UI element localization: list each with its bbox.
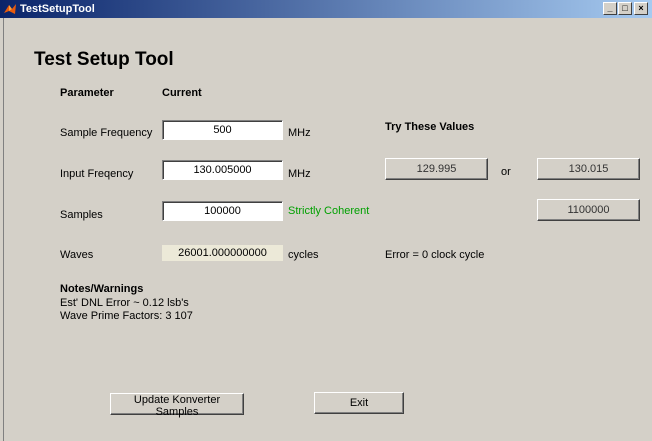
window-frame — [0, 18, 4, 441]
exit-button[interactable]: Exit — [314, 392, 404, 414]
maximize-icon: □ — [622, 3, 628, 13]
note-prime-factors: Wave Prime Factors: 3 107 — [60, 310, 193, 322]
matlab-icon — [4, 4, 16, 14]
waves-value: 26001.000000000 — [162, 245, 283, 261]
title-bar[interactable]: TestSetupTool _ □ × — [0, 0, 652, 18]
error-readout: Error = 0 clock cycle — [385, 249, 485, 261]
minimize-button[interactable]: _ — [603, 2, 617, 15]
sample-frequency-input[interactable] — [162, 120, 283, 140]
column-header-current: Current — [162, 87, 202, 99]
window-title: TestSetupTool — [20, 3, 95, 15]
try-frequency-low-button[interactable]: 129.995 — [385, 158, 488, 180]
coherence-status: Strictly Coherent — [288, 205, 370, 217]
waves-unit: cycles — [288, 249, 319, 261]
sample-frequency-label: Sample Frequency — [60, 127, 153, 139]
try-values-heading: Try These Values — [385, 121, 475, 133]
update-samples-button[interactable]: Update Konverter Samples — [110, 393, 244, 418]
try-samples-button[interactable]: 1100000 — [537, 199, 640, 221]
samples-label: Samples — [60, 209, 103, 221]
minimize-icon: _ — [607, 3, 613, 13]
note-dnl-error: Est' DNL Error ~ 0.12 lsb's — [60, 297, 189, 309]
or-label: or — [501, 166, 511, 178]
input-frequency-label: Input Freqency — [60, 168, 134, 180]
maximize-button[interactable]: □ — [618, 2, 632, 15]
samples-input[interactable] — [162, 201, 283, 221]
input-frequency-input[interactable] — [162, 160, 283, 180]
input-frequency-unit: MHz — [288, 168, 311, 180]
sample-frequency-unit: MHz — [288, 127, 311, 139]
page-title: Test Setup Tool — [34, 49, 174, 70]
waves-label: Waves — [60, 249, 94, 261]
close-icon: × — [638, 3, 644, 13]
notes-heading: Notes/Warnings — [60, 283, 144, 295]
try-frequency-high-button[interactable]: 130.015 — [537, 158, 640, 180]
column-header-parameter: Parameter — [60, 87, 114, 99]
close-button[interactable]: × — [634, 2, 648, 15]
